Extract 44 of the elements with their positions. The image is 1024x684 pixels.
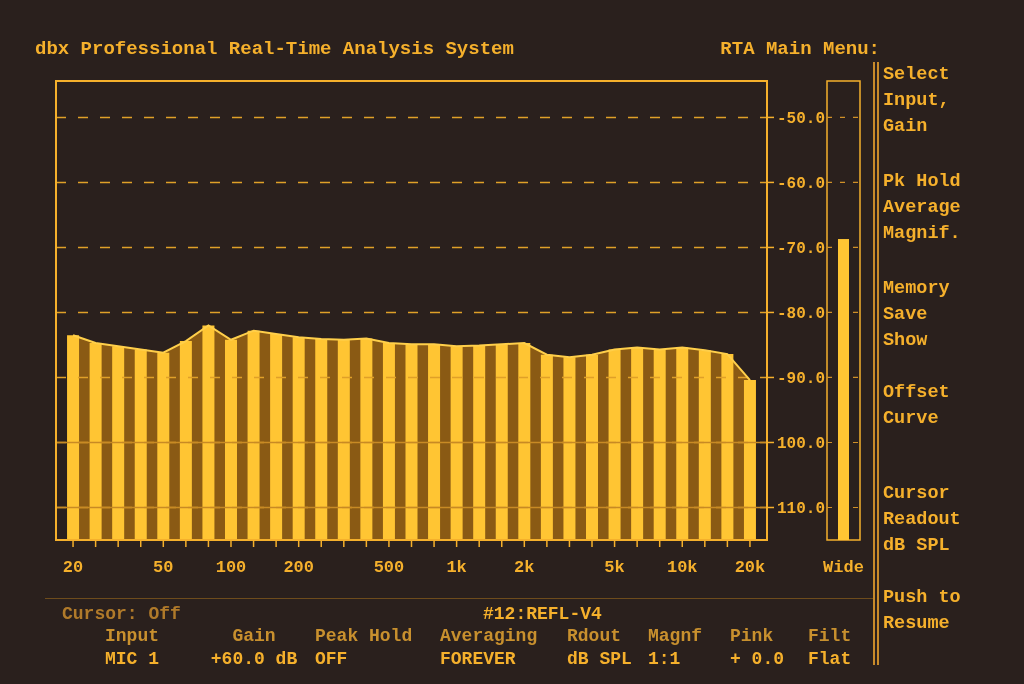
y-tick-label: 110.0	[777, 500, 825, 519]
x-tick-label: 100	[215, 558, 247, 577]
setting-value: 1:1	[648, 648, 682, 671]
y-tick-label: -60.0	[777, 175, 825, 194]
x-tick-label: 500	[373, 558, 405, 577]
softkey-label: Push to Resume	[883, 586, 961, 636]
softkey-label: Memory Save Show	[883, 277, 950, 353]
x-tick-label: 20	[62, 558, 84, 577]
y-tick-label: -80.0	[777, 305, 825, 324]
setting-label: Peak Hold	[315, 625, 414, 648]
setting-label: Averaging	[440, 625, 539, 648]
setting-value: Flat	[808, 648, 853, 671]
setting-value: OFF	[315, 648, 349, 671]
setting-value: FOREVER	[440, 648, 517, 671]
setting-label: Rdout	[567, 625, 622, 648]
y-tick-label: -50.0	[777, 110, 825, 129]
setting-label: Gain	[231, 625, 277, 648]
y-tick-label: -70.0	[777, 240, 825, 259]
meter-label: Wide	[823, 558, 864, 577]
menu-title: RTA Main Menu:	[720, 37, 880, 62]
softkey-label: Pk Hold Average Magnif.	[883, 170, 961, 246]
setting-value: + 0.0	[730, 648, 785, 671]
y-tick-label: -90.0	[777, 370, 825, 389]
setting-label: Pink	[730, 625, 775, 648]
screen-title: dbx Professional Real-Time Analysis System	[35, 37, 514, 62]
x-tick-label: 20k	[734, 558, 766, 577]
setting-value: +60.0 dB	[209, 648, 299, 671]
y-tick-label: 100.0	[777, 435, 825, 454]
setting-value: MIC 1	[105, 648, 160, 671]
setting-label: Magnf	[648, 625, 703, 648]
x-tick-label: 1k	[446, 558, 467, 577]
softkey-label: Select Input, Gain	[883, 63, 950, 139]
x-tick-label: 5k	[604, 558, 625, 577]
preset-name: #12:REFL-V4	[483, 603, 602, 625]
setting-label: Input	[105, 625, 160, 648]
softkey-label: Cursor Readout dB SPL	[883, 482, 961, 558]
x-tick-label: 10k	[666, 558, 698, 577]
cursor-status: Cursor: Off	[62, 603, 182, 625]
setting-value: dB SPL	[567, 648, 633, 671]
x-tick-label: 50	[153, 558, 174, 577]
x-tick-label: 200	[283, 558, 314, 577]
x-tick-label: 2k	[514, 558, 535, 577]
softkey-label: Offset Curve	[883, 381, 950, 431]
setting-label: Filt	[808, 625, 853, 648]
